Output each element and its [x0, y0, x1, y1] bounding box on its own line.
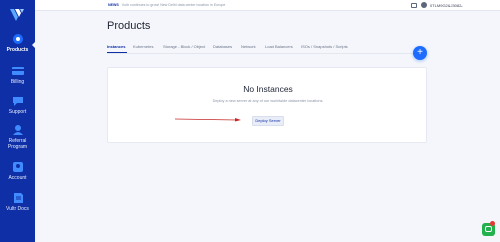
sidebar: Products Billing Support Referral Progra… — [0, 0, 35, 242]
deploy-server-button[interactable]: Deploy Server — [252, 116, 284, 126]
empty-state-subtitle: Deploy a new server at any of our worldw… — [212, 99, 324, 103]
tab-kubernetes[interactable]: Kubernetes — [133, 44, 153, 49]
chat-bubble-icon — [485, 226, 492, 232]
mail-icon[interactable] — [411, 3, 417, 8]
empty-state-card: No Instances Deploy a new server at any … — [107, 67, 427, 143]
tab-databases[interactable]: Databases — [213, 44, 232, 49]
add-button[interactable]: + — [413, 46, 427, 60]
active-indicator — [32, 42, 35, 48]
products-icon — [12, 34, 23, 44]
support-icon — [12, 97, 23, 106]
sidebar-item-support[interactable]: Support — [0, 95, 35, 115]
empty-state-title: No Instances — [243, 84, 293, 94]
sidebar-item-account[interactable]: Account — [0, 161, 35, 181]
referral-icon — [12, 125, 23, 135]
sidebar-item-products[interactable]: Products — [0, 33, 35, 53]
user-icon[interactable] — [421, 2, 427, 8]
tabs-divider — [107, 53, 427, 54]
news-banner[interactable]: NEWS Vultr continues to grow! New Delhi d… — [108, 3, 225, 7]
tab-isos-snapshots-scripts[interactable]: ISOs / Snapshots / Scripts — [301, 44, 348, 49]
top-bar: NEWS Vultr continues to grow! New Delhi d… — [35, 0, 500, 11]
tab-load-balancers[interactable]: Load Balancers — [265, 44, 293, 49]
sidebar-item-label: Support — [8, 109, 27, 115]
notification-badge — [490, 221, 495, 226]
page-title: Products — [107, 20, 151, 32]
tab-network[interactable]: Network — [241, 44, 256, 49]
annotation-arrow-icon — [175, 118, 241, 122]
account-balance[interactable]: 0TLM9G2&J3082 — [430, 3, 461, 8]
sidebar-item-label: Vultr Docs — [6, 206, 29, 212]
account-icon — [12, 162, 23, 172]
tab-instances[interactable]: Instances — [107, 44, 125, 49]
billing-icon — [11, 67, 24, 75]
docs-icon — [13, 193, 23, 203]
sidebar-item-label: Account — [8, 175, 27, 181]
news-text: Vultr continues to grow! New Delhi data … — [121, 3, 226, 7]
vultr-logo-icon[interactable] — [10, 9, 24, 22]
tab-storage[interactable]: Storage - Block / Object — [163, 44, 205, 49]
news-tag: NEWS — [108, 3, 119, 7]
sidebar-item-docs[interactable]: Vultr Docs — [0, 192, 35, 212]
sidebar-item-label: Products — [6, 47, 29, 53]
sidebar-item-referral[interactable]: Referral Program — [0, 124, 35, 150]
sidebar-item-label: Referral Program — [7, 138, 28, 150]
chevron-down-icon[interactable]: ⌄ — [460, 3, 463, 8]
sidebar-item-billing[interactable]: Billing — [0, 65, 35, 85]
active-tab-underline — [107, 52, 127, 53]
sidebar-item-label: Billing — [10, 79, 25, 85]
